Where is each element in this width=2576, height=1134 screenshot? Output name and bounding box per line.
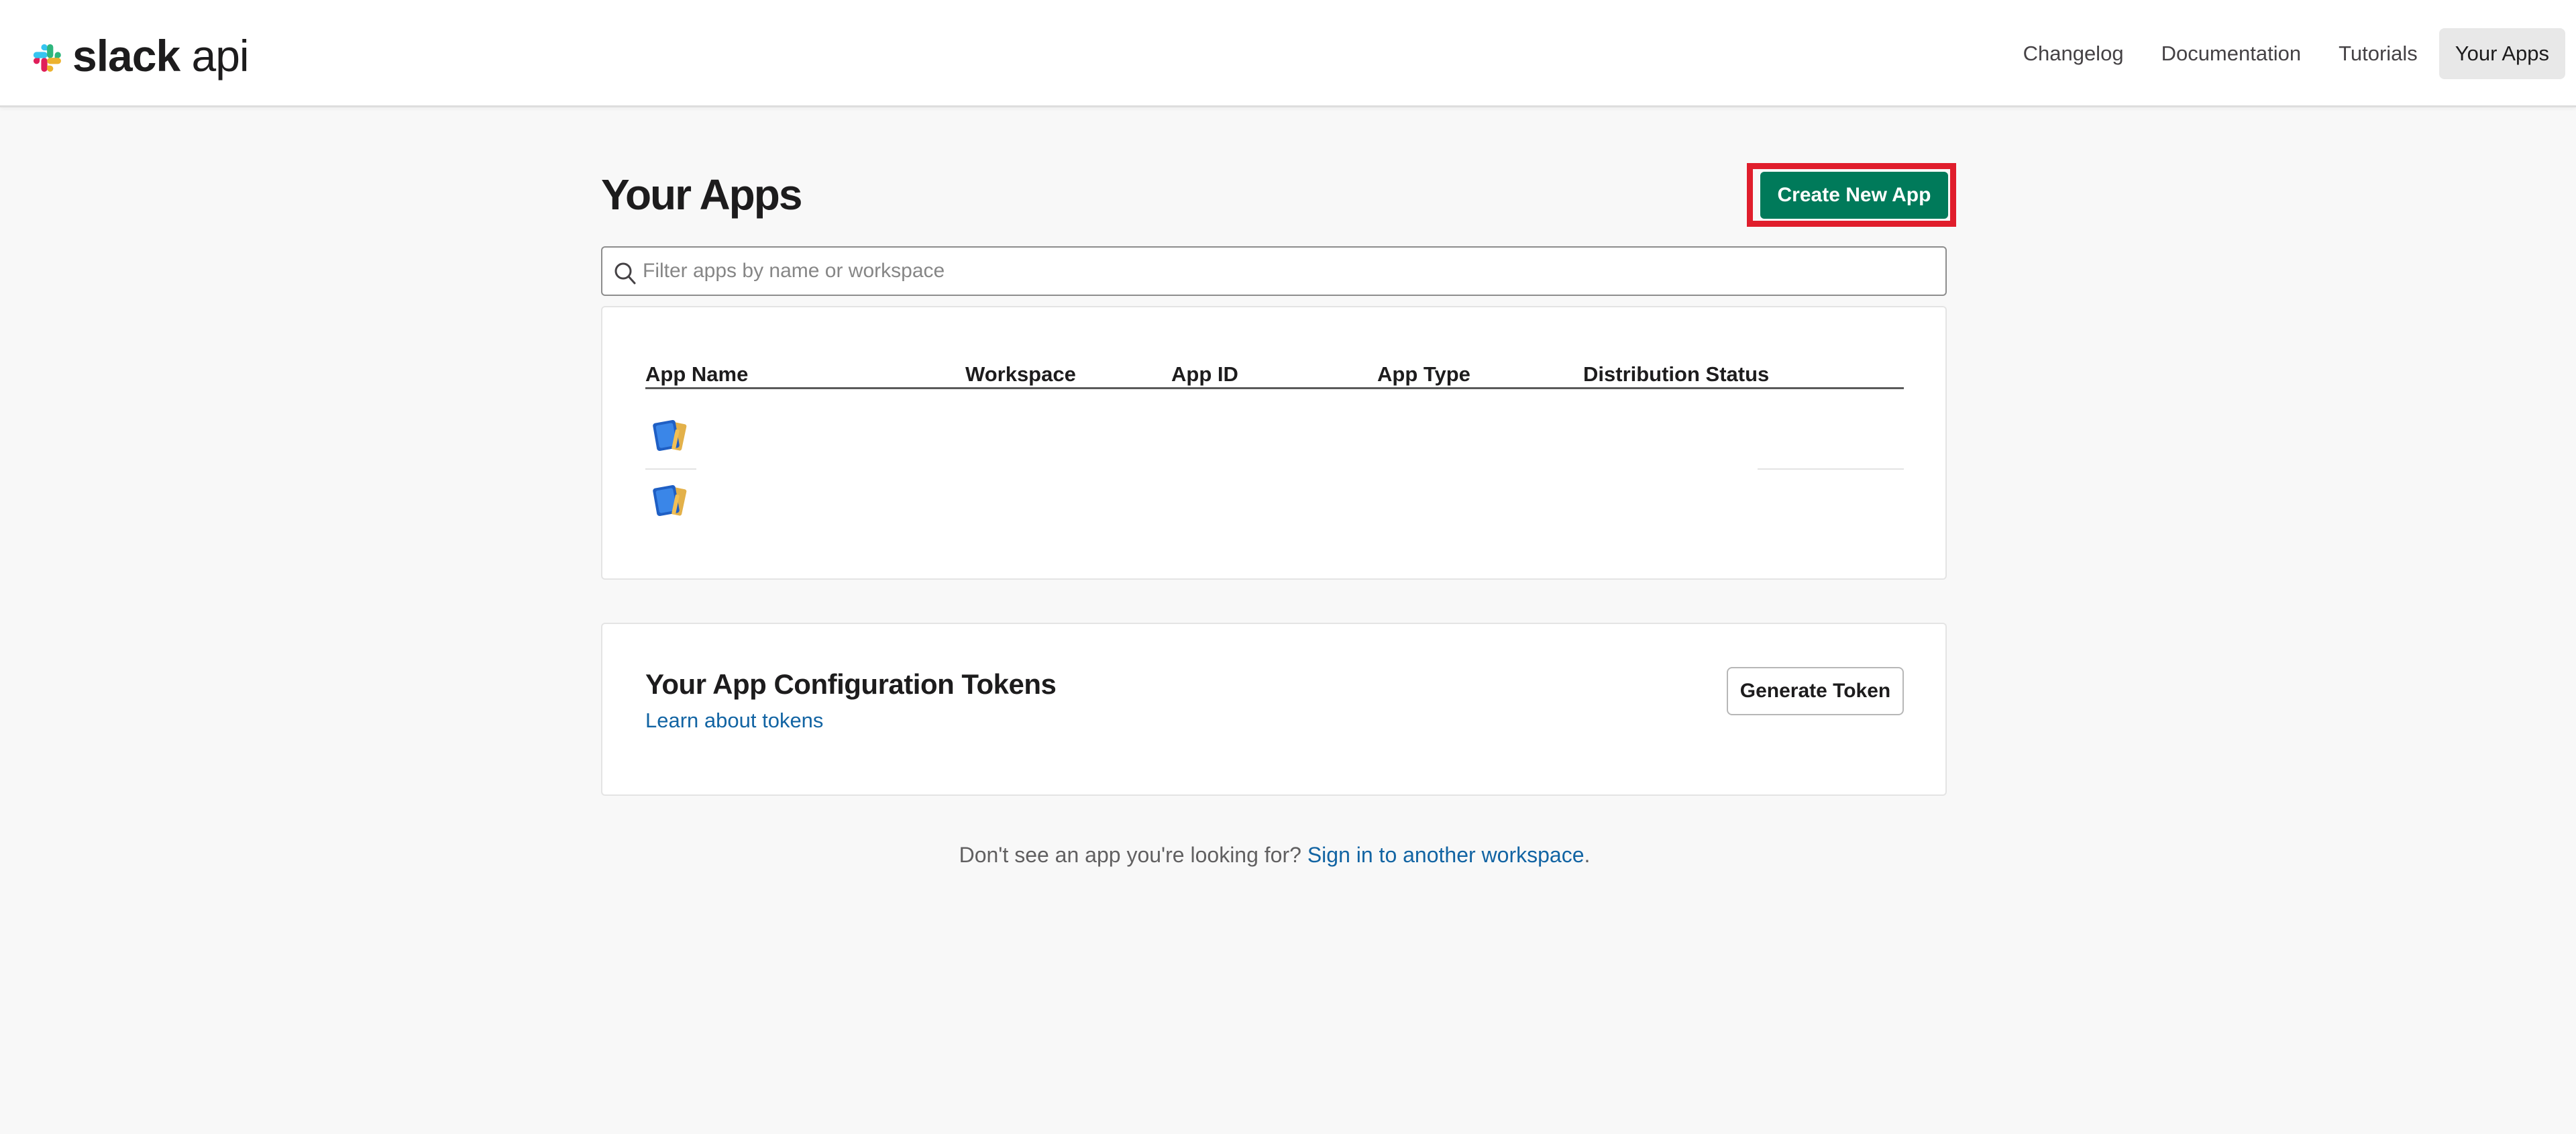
- app-book-icon: [653, 485, 687, 516]
- search-icon: [614, 262, 636, 285]
- app-book-icon: [653, 420, 687, 451]
- column-header-app-name[interactable]: App Name: [645, 362, 748, 386]
- table-row[interactable]: [645, 473, 699, 533]
- column-header-app-type[interactable]: App Type: [1377, 362, 1470, 386]
- nav-tutorials[interactable]: Tutorials: [2322, 28, 2434, 79]
- logo-word-bold: slack: [72, 31, 180, 81]
- learn-about-tokens-link[interactable]: Learn about tokens: [645, 709, 823, 733]
- logo-word-light: api: [180, 31, 250, 81]
- nav-documentation[interactable]: Documentation: [2145, 28, 2318, 79]
- table-header-row: App Name Workspace App ID App Type Distr…: [645, 362, 1904, 389]
- nav-changelog[interactable]: Changelog: [2007, 28, 2140, 79]
- main-nav: Changelog Documentation Tutorials Your A…: [2002, 28, 2565, 79]
- table-row[interactable]: [645, 408, 699, 468]
- generate-token-button[interactable]: Generate Token: [1727, 667, 1904, 715]
- row-divider: [645, 468, 696, 470]
- column-header-app-id[interactable]: App ID: [1171, 362, 1238, 386]
- page-title: Your Apps: [601, 170, 802, 219]
- footer-note: Don't see an app you're looking for? Sig…: [0, 843, 2549, 868]
- footer-note-prefix: Don't see an app you're looking for?: [959, 843, 1307, 867]
- footer-note-suffix: .: [1584, 843, 1591, 867]
- slack-api-logo[interactable]: slack api: [25, 31, 250, 81]
- create-new-app-button[interactable]: Create New App: [1760, 172, 1948, 219]
- search-box[interactable]: [601, 246, 1947, 296]
- nav-your-apps[interactable]: Your Apps: [2438, 28, 2565, 79]
- logo-wordmark: slack api: [72, 31, 250, 81]
- tokens-title: Your App Configuration Tokens: [645, 668, 1057, 700]
- top-navigation-bar: slack api Changelog Documentation Tutori…: [0, 0, 2576, 107]
- column-header-workspace[interactable]: Workspace: [965, 362, 1076, 386]
- apps-table-card: App Name Workspace App ID App Type Distr…: [601, 306, 1947, 580]
- search-input[interactable]: [643, 253, 1931, 289]
- slack-logo-icon: [33, 44, 61, 72]
- sign-in-another-workspace-link[interactable]: Sign in to another workspace: [1307, 843, 1585, 867]
- column-header-distribution-status[interactable]: Distribution Status: [1583, 362, 1769, 386]
- config-tokens-card: Your App Configuration Tokens Learn abou…: [601, 623, 1947, 796]
- row-divider: [1758, 468, 1904, 470]
